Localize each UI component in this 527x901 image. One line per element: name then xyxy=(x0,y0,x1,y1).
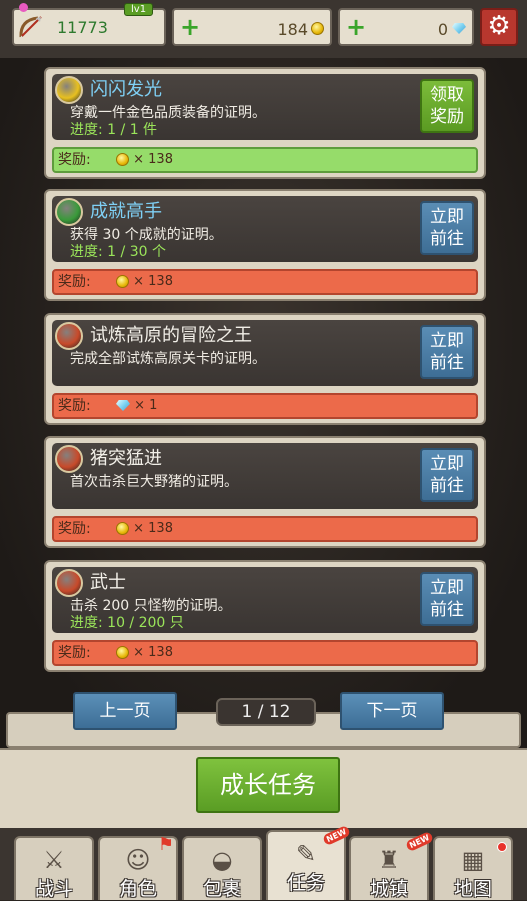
quest-description: 击杀 200 只怪物的证明。 xyxy=(70,598,232,614)
gear-icon: ⚙ xyxy=(487,11,511,41)
nav-tab[interactable]: ▦ 地图 xyxy=(433,836,513,900)
quest-progress: 进度: 10 / 200 只 xyxy=(70,615,184,631)
quest-title: 闪闪发光 xyxy=(90,79,162,100)
sword-icon xyxy=(55,569,83,597)
quest-card: 试炼高原的冒险之王 完成全部试炼高原关卡的证明。 立即前往 奖励: × 1 xyxy=(44,313,486,425)
coin-icon xyxy=(116,153,129,166)
reward-amount: × 1 xyxy=(116,395,157,417)
sword-icon xyxy=(55,445,83,473)
reward-label: 奖励: xyxy=(58,398,91,414)
add-gems-button[interactable]: + xyxy=(346,14,366,40)
gem-panel[interactable]: + 0 xyxy=(338,8,474,46)
achievement-icon xyxy=(55,198,83,226)
castle-icon: ♜ xyxy=(378,846,400,874)
quest-description: 首次击杀巨大野猪的证明。 xyxy=(70,474,238,490)
quest-card: 武士 击杀 200 只怪物的证明。 进度: 10 / 200 只 立即前往 奖励… xyxy=(44,560,486,672)
nav-tab[interactable]: ✎ 任务 NEW xyxy=(266,824,352,900)
go-now-button[interactable]: 立即前往 xyxy=(420,448,474,502)
quest-progress: 进度: 1 / 1 件 xyxy=(70,122,158,138)
quest-icon: ✎ xyxy=(295,840,317,868)
next-page-button[interactable]: 下一页 xyxy=(340,692,444,730)
player-panel[interactable]: 11773 lv1 xyxy=(12,3,166,46)
sword-icon xyxy=(55,322,83,350)
quest-title: 武士 xyxy=(90,572,126,593)
nav-tab[interactable]: ⚔ 战斗 xyxy=(14,836,94,900)
go-now-button[interactable]: 立即前往 xyxy=(420,201,474,255)
nav-label: 地图 xyxy=(453,878,492,900)
growth-quests-tab[interactable]: 成长任务 xyxy=(196,757,340,813)
crossed-swords-icon: ⚔ xyxy=(43,846,65,874)
reward-amount: × 138 xyxy=(116,271,173,293)
reward-amount: × 138 xyxy=(116,518,173,540)
quest-body: 试炼高原的冒险之王 完成全部试炼高原关卡的证明。 立即前往 xyxy=(52,320,478,386)
map-icon: ▦ xyxy=(461,846,485,874)
reward-amount: × 138 xyxy=(116,149,173,171)
quest-card: 猪突猛进 首次击杀巨大野猪的证明。 立即前往 奖励: × 138 xyxy=(44,436,486,548)
coin-icon xyxy=(311,22,324,35)
quest-body: 武士 击杀 200 只怪物的证明。 进度: 10 / 200 只 立即前往 xyxy=(52,567,478,633)
quest-description: 穿戴一件金色品质装备的证明。 xyxy=(70,105,266,121)
claim-reward-button[interactable]: 领取奖励 xyxy=(420,79,474,133)
nav-label: 任务 xyxy=(286,872,325,894)
notification-dot xyxy=(497,842,507,852)
page-indicator: 1 / 12 xyxy=(216,698,316,726)
gem-icon xyxy=(116,400,130,411)
nav-label: 战斗 xyxy=(34,878,73,900)
quest-card: 成就高手 获得 30 个成就的证明。 进度: 1 / 30 个 立即前往 奖励:… xyxy=(44,189,486,301)
gem-icon xyxy=(452,23,466,34)
quest-body: 闪闪发光 穿戴一件金色品质装备的证明。 进度: 1 / 1 件 领取奖励 xyxy=(52,74,478,140)
character-icon: ☺ xyxy=(125,846,151,874)
nav-tab[interactable]: ♜ 城镇 NEW xyxy=(349,830,435,900)
coin-icon xyxy=(116,646,129,659)
prev-page-button[interactable]: 上一页 xyxy=(73,692,177,730)
quest-body: 猪突猛进 首次击杀巨大野猪的证明。 立即前往 xyxy=(52,443,478,509)
reward-bar: 奖励: × 138 xyxy=(52,147,478,173)
player-score: 11773 xyxy=(57,18,108,37)
bag-icon: ◒ xyxy=(211,846,233,874)
helmet-icon xyxy=(55,76,83,104)
go-now-button[interactable]: 立即前往 xyxy=(420,572,474,626)
add-gold-button[interactable]: + xyxy=(180,14,200,40)
quest-title: 猪突猛进 xyxy=(90,448,162,469)
notification-dot xyxy=(19,3,28,12)
quest-description: 完成全部试炼高原关卡的证明。 xyxy=(70,351,266,367)
quest-card: 闪闪发光 穿戴一件金色品质装备的证明。 进度: 1 / 1 件 领取奖励 奖励:… xyxy=(44,67,486,179)
settings-button[interactable]: ⚙ xyxy=(480,8,518,46)
reward-bar: 奖励: × 138 xyxy=(52,516,478,542)
quest-progress: 进度: 1 / 30 个 xyxy=(70,244,166,260)
reward-label: 奖励: xyxy=(58,152,91,168)
quest-title: 试炼高原的冒险之王 xyxy=(90,325,252,346)
reward-bar: 奖励: × 1 xyxy=(52,393,478,419)
coin-icon xyxy=(116,275,129,288)
gem-value: 0 xyxy=(437,20,448,39)
nav-tab[interactable]: ☺ 角色 ⚑ xyxy=(98,834,178,900)
gold-panel[interactable]: + 184 xyxy=(172,8,332,46)
reward-bar: 奖励: × 138 xyxy=(52,640,478,666)
quest-body: 成就高手 获得 30 个成就的证明。 进度: 1 / 30 个 立即前往 xyxy=(52,196,478,262)
bow-icon xyxy=(16,12,46,42)
gold-value: 184 xyxy=(277,20,308,39)
reward-label: 奖励: xyxy=(58,645,91,661)
nav-label: 城镇 xyxy=(369,878,408,900)
level-badge: lv1 xyxy=(124,3,154,16)
reward-amount: × 138 xyxy=(116,642,173,664)
go-now-button[interactable]: 立即前往 xyxy=(420,325,474,379)
nav-tab[interactable]: ◒ 包裹 xyxy=(182,836,262,900)
flag-icon: ⚑ xyxy=(157,834,174,855)
reward-bar: 奖励: × 138 xyxy=(52,269,478,295)
quest-description: 获得 30 个成就的证明。 xyxy=(70,227,223,243)
quest-title: 成就高手 xyxy=(90,201,162,222)
coin-icon xyxy=(116,522,129,535)
nav-label: 包裹 xyxy=(202,878,241,900)
reward-label: 奖励: xyxy=(58,521,91,537)
reward-label: 奖励: xyxy=(58,274,91,290)
nav-label: 角色 xyxy=(118,878,157,900)
